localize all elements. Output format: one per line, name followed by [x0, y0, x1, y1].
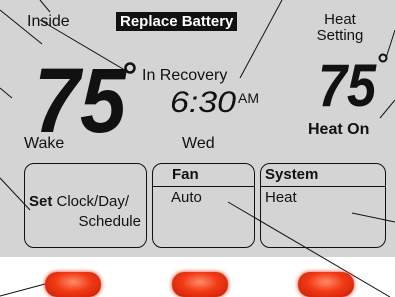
heat-setting-line1: Heat [324, 11, 356, 28]
day-of-week: Wed [182, 135, 215, 152]
system-divider [261, 186, 385, 187]
system-button[interactable]: System Heat [260, 163, 386, 248]
set-hard-button[interactable] [45, 272, 101, 297]
heat-setting-label: Heat Setting [315, 12, 365, 44]
heat-setting-line2: Setting [316, 26, 364, 44]
recovery-status: In Recovery [142, 67, 228, 84]
fan-header: Fan [172, 166, 199, 183]
callout-line [0, 283, 46, 297]
set-bold-label: Set [29, 193, 53, 210]
schedule-label: Schedule [78, 213, 141, 230]
fan-button[interactable]: Fan Auto [152, 163, 255, 248]
fan-divider [153, 186, 254, 187]
system-hard-button[interactable] [298, 272, 354, 297]
system-mode-value: Heat [265, 189, 297, 206]
set-button-label: Set Clock/Day/ [29, 194, 129, 209]
replace-battery-badge: Replace Battery [116, 12, 238, 31]
set-clock-day-schedule-button[interactable]: Set Clock/Day/ Schedule [24, 163, 147, 248]
system-header: System [265, 166, 319, 183]
heat-on-status: Heat On [308, 121, 370, 138]
clock-day-label: Clock/Day/ [56, 193, 130, 210]
fan-mode-value: Auto [171, 189, 202, 206]
fan-hard-button[interactable] [172, 272, 228, 297]
am-pm-indicator: AM [238, 90, 259, 106]
program-period: Wake [24, 135, 65, 152]
inside-label: Inside [27, 13, 70, 30]
